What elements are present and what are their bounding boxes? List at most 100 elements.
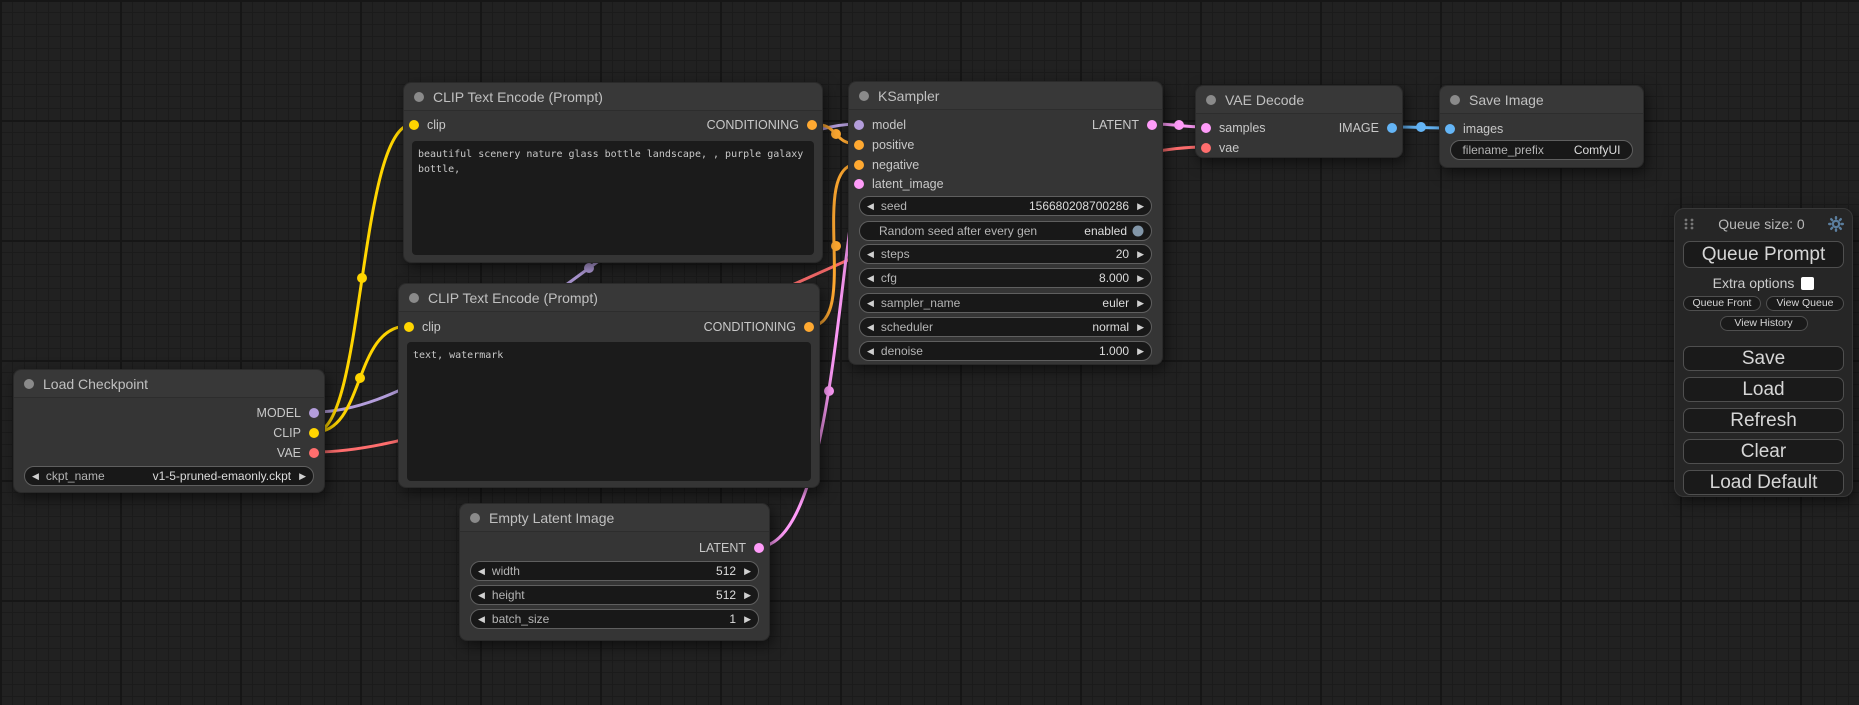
view-queue-button[interactable]: View Queue [1766,296,1844,311]
output-port-latent[interactable]: LATENT [1092,118,1158,132]
wire-midpoint-dot [831,241,841,251]
latent-port-icon [853,178,865,190]
prev-value-arrow-icon[interactable]: ◀ [478,591,485,600]
input-port-latent-image[interactable]: latent_image [853,177,944,191]
negative-prompt-textarea[interactable]: text, watermark [407,342,811,481]
node-header[interactable]: Empty Latent Image [460,504,769,532]
collapse-dot-icon[interactable] [1206,95,1216,105]
prev-value-arrow-icon[interactable]: ◀ [867,299,874,308]
widget-value: 1 [729,612,736,626]
collapse-dot-icon[interactable] [414,92,424,102]
widget-random-seed-toggle[interactable]: Random seed after every gen enabled [859,221,1152,241]
node-load-checkpoint[interactable]: Load Checkpoint MODEL CLIP VAE ◀ ckpt_na… [13,369,325,493]
save-button[interactable]: Save [1683,346,1844,371]
load-button[interactable]: Load [1683,377,1844,402]
prev-value-arrow-icon[interactable]: ◀ [867,202,874,211]
prev-value-arrow-icon[interactable]: ◀ [867,274,874,283]
widget-scheduler[interactable]: ◀ scheduler normal ▶ [859,317,1152,337]
drag-handle-icon[interactable] [1683,216,1695,232]
output-port-latent[interactable]: LATENT [699,541,765,555]
next-value-arrow-icon[interactable]: ▶ [1137,323,1144,332]
input-port-vae[interactable]: vae [1200,141,1239,155]
node-empty-latent-image[interactable]: Empty Latent Image LATENT ◀ width 512 ▶ … [459,503,770,641]
node-ksampler[interactable]: KSampler model positive negative latent_… [848,81,1163,365]
vae-port-icon [1200,142,1212,154]
next-value-arrow-icon[interactable]: ▶ [1137,202,1144,211]
input-port-samples[interactable]: samples [1200,121,1266,135]
prev-value-arrow-icon[interactable]: ◀ [478,567,485,576]
widget-sampler-name[interactable]: ◀ sampler_name euler ▶ [859,293,1152,313]
next-value-arrow-icon[interactable]: ▶ [299,472,306,481]
widget-denoise[interactable]: ◀ denoise 1.000 ▶ [859,341,1152,361]
collapse-dot-icon[interactable] [859,91,869,101]
next-value-arrow-icon[interactable]: ▶ [744,615,751,624]
node-header[interactable]: CLIP Text Encode (Prompt) [399,284,819,312]
input-port-model[interactable]: model [853,118,906,132]
output-port-clip[interactable]: CLIP [273,426,320,440]
toggle-circle-icon[interactable] [1132,225,1144,237]
node-header[interactable]: Load Checkpoint [14,370,324,398]
node-header[interactable]: VAE Decode [1196,86,1402,114]
clear-button[interactable]: Clear [1683,439,1844,464]
load-default-button[interactable]: Load Default [1683,470,1844,495]
collapse-dot-icon[interactable] [24,379,34,389]
input-port-positive[interactable]: positive [853,138,914,152]
widget-seed[interactable]: ◀ seed 156680208700286 ▶ [859,196,1152,216]
input-port-negative[interactable]: negative [853,158,919,172]
widget-height[interactable]: ◀ height 512 ▶ [470,585,759,605]
view-history-button[interactable]: View History [1720,316,1808,331]
widget-width[interactable]: ◀ width 512 ▶ [470,561,759,581]
prev-value-arrow-icon[interactable]: ◀ [867,347,874,356]
queue-prompt-button[interactable]: Queue Prompt [1683,241,1844,268]
node-title: CLIP Text Encode (Prompt) [433,89,603,105]
port-label: LATENT [699,541,746,555]
widget-value: 512 [716,588,736,602]
output-port-conditioning[interactable]: CONDITIONING [704,320,815,334]
node-header[interactable]: CLIP Text Encode (Prompt) [404,83,822,111]
input-port-clip[interactable]: clip [408,118,446,132]
queue-front-button[interactable]: Queue Front [1683,296,1761,311]
collapse-dot-icon[interactable] [409,293,419,303]
widget-filename-prefix[interactable]: filename_prefix ComfyUI [1450,140,1633,160]
prev-value-arrow-icon[interactable]: ◀ [867,323,874,332]
wire-clip-to-negative-encode [315,326,408,432]
output-port-model[interactable]: MODEL [257,406,320,420]
widget-label: height [492,588,525,602]
node-header[interactable]: Save Image [1440,86,1643,114]
input-port-images[interactable]: images [1444,122,1503,136]
collapse-dot-icon[interactable] [1450,95,1460,105]
widget-steps[interactable]: ◀ steps 20 ▶ [859,244,1152,264]
settings-gear-icon[interactable] [1828,216,1844,232]
clip-port-icon [408,119,420,131]
input-port-clip[interactable]: clip [403,320,441,334]
collapse-dot-icon[interactable] [470,513,480,523]
positive-prompt-textarea[interactable]: beautiful scenery nature glass bottle la… [412,141,814,255]
output-port-vae[interactable]: VAE [277,446,320,460]
widget-cfg[interactable]: ◀ cfg 8.000 ▶ [859,268,1152,288]
node-clip-text-encode-positive[interactable]: CLIP Text Encode (Prompt) clip CONDITION… [403,82,823,263]
next-value-arrow-icon[interactable]: ▶ [1137,250,1144,259]
next-value-arrow-icon[interactable]: ▶ [744,591,751,600]
prev-value-arrow-icon[interactable]: ◀ [867,250,874,259]
node-vae-decode[interactable]: VAE Decode samples vae IMAGE [1195,85,1403,158]
widget-batch-size[interactable]: ◀ batch_size 1 ▶ [470,609,759,629]
wire-midpoint-dot [357,273,367,283]
prev-value-arrow-icon[interactable]: ◀ [32,472,39,481]
next-value-arrow-icon[interactable]: ▶ [1137,347,1144,356]
next-value-arrow-icon[interactable]: ▶ [1137,299,1144,308]
extra-options-checkbox[interactable] [1801,277,1814,290]
refresh-button[interactable]: Refresh [1683,408,1844,433]
prev-value-arrow-icon[interactable]: ◀ [478,615,485,624]
next-value-arrow-icon[interactable]: ▶ [744,567,751,576]
node-title: CLIP Text Encode (Prompt) [428,290,598,306]
next-value-arrow-icon[interactable]: ▶ [1137,274,1144,283]
widget-ckpt-name[interactable]: ◀ ckpt_name v1-5-pruned-emaonly.ckpt ▶ [24,466,314,486]
node-header[interactable]: KSampler [849,82,1162,110]
node-save-image[interactable]: Save Image images filename_prefix ComfyU… [1439,85,1644,168]
node-graph-canvas[interactable]: Load Checkpoint MODEL CLIP VAE ◀ ckpt_na… [0,0,1859,705]
node-clip-text-encode-negative[interactable]: CLIP Text Encode (Prompt) clip CONDITION… [398,283,820,488]
port-label: CLIP [273,426,301,440]
output-port-image[interactable]: IMAGE [1339,121,1398,135]
port-label: clip [422,320,441,334]
output-port-conditioning[interactable]: CONDITIONING [707,118,818,132]
